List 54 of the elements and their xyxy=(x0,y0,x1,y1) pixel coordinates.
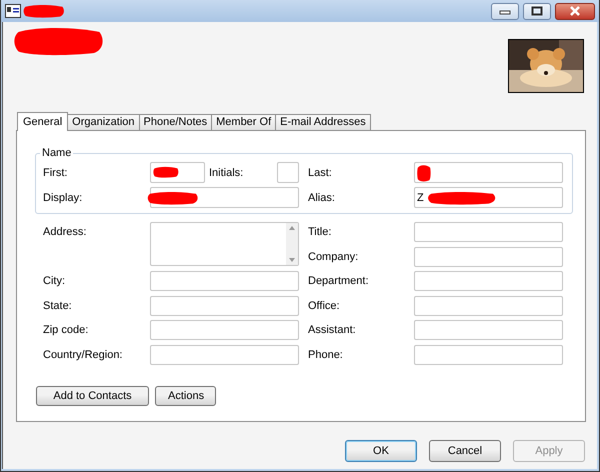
input-field[interactable] xyxy=(150,187,299,208)
field-label: First: xyxy=(43,166,68,178)
field-label: Display: xyxy=(43,192,84,204)
close-icon xyxy=(568,6,582,16)
input-field[interactable] xyxy=(414,271,563,292)
input-field[interactable] xyxy=(277,162,299,183)
input-field[interactable] xyxy=(414,222,563,242)
tab[interactable]: Organization xyxy=(67,114,140,130)
field-label: Assistant: xyxy=(307,324,357,336)
tab[interactable]: E-mail Addresses xyxy=(275,114,371,130)
field-label: Office: xyxy=(307,300,341,312)
input-field[interactable] xyxy=(414,344,563,365)
field-label: Department: xyxy=(307,275,370,288)
redaction-mark xyxy=(147,191,199,205)
field-label: Alias: xyxy=(307,192,336,204)
input-field[interactable] xyxy=(150,344,299,365)
redaction-mark xyxy=(417,164,431,182)
scrollbar[interactable] xyxy=(286,223,298,265)
input-field[interactable] xyxy=(414,246,563,267)
field-label: Last: xyxy=(307,166,333,178)
input-field[interactable] xyxy=(150,320,299,340)
close-button[interactable] xyxy=(555,2,595,20)
button[interactable]: Actions xyxy=(155,386,216,406)
redaction-mark xyxy=(23,4,65,18)
input-field[interactable]: Z xyxy=(414,187,563,208)
contact-card-icon xyxy=(5,4,21,18)
tab[interactable]: Member Of xyxy=(211,114,276,130)
input-field[interactable] xyxy=(414,320,563,340)
input-field[interactable] xyxy=(150,296,299,316)
group-title: Name xyxy=(40,147,74,159)
maximize-icon xyxy=(531,6,543,16)
tab[interactable]: Phone/Notes xyxy=(138,114,212,130)
field-label: Initials: xyxy=(209,166,244,178)
field-label: Company: xyxy=(307,250,360,263)
button[interactable]: Add to Contacts xyxy=(36,386,149,406)
text-area[interactable] xyxy=(150,222,299,266)
field-label: Address: xyxy=(43,225,88,238)
field-label: Phone: xyxy=(307,348,344,361)
redaction-mark xyxy=(153,166,179,178)
field-label: City: xyxy=(43,275,66,288)
maximize-button[interactable] xyxy=(523,2,551,20)
field-label: State: xyxy=(43,300,73,312)
field-label: Country/Region: xyxy=(43,348,124,361)
input-field[interactable] xyxy=(414,162,563,183)
button[interactable]: OK xyxy=(345,440,417,462)
input-field[interactable] xyxy=(150,271,299,292)
tab[interactable]: General xyxy=(17,112,68,131)
redaction-mark xyxy=(427,191,497,205)
field-label: Title: xyxy=(307,226,332,238)
input-field[interactable] xyxy=(414,296,563,316)
minimize-button[interactable] xyxy=(491,2,519,20)
input-field[interactable] xyxy=(150,162,205,183)
button[interactable]: Cancel xyxy=(429,440,501,462)
field-label: Zip code: xyxy=(43,324,90,336)
